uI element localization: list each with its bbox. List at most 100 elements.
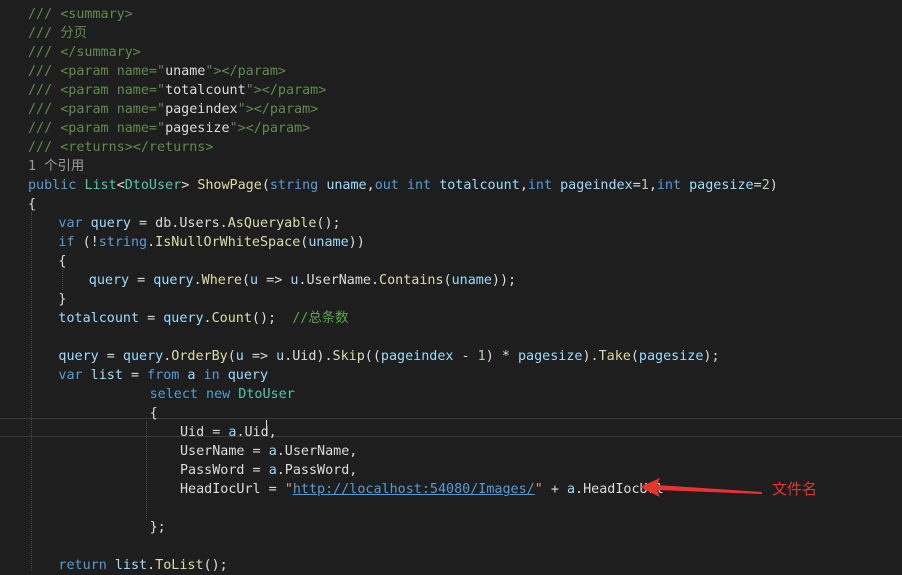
- code-token: OrderBy: [171, 349, 228, 364]
- doc-comment-line: /// <summary>: [28, 5, 133, 24]
- annotation-label: 文件名: [772, 480, 818, 498]
- text-caret: [266, 420, 267, 436]
- code-editor[interactable]: /// <summary> /// 分页 /// </summary> /// <pa…: [0, 0, 902, 573]
- code-token: uname: [451, 273, 492, 288]
- code-token: ,: [648, 178, 657, 193]
- code-token: List: [84, 178, 117, 193]
- code-token: (: [227, 349, 236, 364]
- current-line-highlight: [0, 418, 902, 437]
- code-token: ));: [491, 273, 517, 288]
- code-token: query: [153, 273, 194, 288]
- code-token: =: [122, 368, 148, 383]
- code-token: );: [703, 349, 720, 364]
- code-token: totalcount: [439, 178, 520, 193]
- code-token: -: [453, 349, 478, 364]
- code-token: .PassWord,: [276, 463, 358, 478]
- code-token: >: [181, 178, 198, 193]
- code-token: query: [88, 273, 130, 288]
- comment-tag: ></param>: [245, 102, 319, 117]
- comment-param-name: pagesize: [165, 121, 230, 136]
- code-token: ToList: [155, 558, 204, 573]
- code-token: .UserName,: [276, 444, 358, 459]
- indent-guide: [62, 269, 63, 290]
- code-token: Where: [201, 273, 242, 288]
- code-token: u: [276, 349, 285, 364]
- code-token: query: [58, 349, 99, 364]
- code-token: u: [250, 273, 259, 288]
- comment-param-name: totalcount: [165, 83, 246, 98]
- code-token: ,: [366, 178, 375, 193]
- comment-tag: ></param>: [253, 83, 327, 98]
- code-line: HeadIocUrl = "http://localhost:54080/Ima…: [180, 480, 664, 499]
- code-token: list: [90, 368, 123, 383]
- comment-tag: /// <param: [28, 83, 117, 98]
- code-line: if (!string.IsNullOrWhiteSpace(uname)): [58, 233, 364, 252]
- comment-quote: ": [245, 83, 254, 98]
- code-token: out: [374, 178, 407, 193]
- comment-attr: name=": [116, 83, 166, 98]
- code-token: 2: [761, 178, 770, 193]
- code-token: DtoUser: [124, 178, 182, 193]
- code-token: (: [241, 273, 251, 288]
- code-token: .: [147, 235, 156, 250]
- doc-comment-line: /// </summary>: [28, 43, 141, 62]
- code-token: ": [284, 482, 293, 497]
- code-token: (!: [82, 235, 99, 250]
- code-token: )): [348, 235, 365, 250]
- code-line: UserName = a.UserName,: [180, 442, 357, 461]
- comment-tag: /// <param: [28, 64, 117, 79]
- url-link: http://localhost:54080/Images/: [292, 482, 535, 497]
- comment-quote: ": [229, 121, 238, 136]
- code-token: =: [632, 178, 641, 193]
- comment-text: /// <summary>: [28, 7, 133, 22]
- code-token: pageindex: [380, 349, 454, 364]
- code-token: uname: [326, 178, 367, 193]
- code-line: select new DtoUser: [150, 385, 295, 404]
- code-token: int: [656, 178, 690, 193]
- comment-param-name: pageindex: [165, 102, 238, 117]
- reference-count: 1 个引用: [28, 157, 84, 176]
- code-token: .: [147, 558, 156, 573]
- code-token: .UserName.: [298, 273, 380, 288]
- code-token: +: [542, 482, 567, 497]
- doc-comment-line: /// <param name="pagesize"></param>: [28, 119, 310, 138]
- comment-attr: name=": [116, 102, 166, 117]
- code-token: Skip: [332, 349, 365, 364]
- code-line: {: [58, 252, 66, 271]
- code-token: =: [753, 178, 762, 193]
- code-token: query: [90, 216, 131, 231]
- code-token: pagesize: [517, 349, 583, 364]
- code-token: a: [566, 482, 576, 497]
- code-line: var list = from a in query: [58, 366, 268, 385]
- comment-tag: /// <param: [28, 121, 117, 136]
- code-token: pagesize: [689, 178, 754, 193]
- code-line: {: [150, 404, 158, 423]
- doc-comment-line: /// <param name="uname"></param>: [28, 62, 286, 81]
- code-token: =: [129, 273, 154, 288]
- code-token: ();: [251, 311, 293, 326]
- code-token: ) *: [485, 349, 518, 364]
- code-token: if: [58, 235, 83, 250]
- code-token: ": [534, 482, 543, 497]
- codelens-references[interactable]: 1 个引用: [28, 159, 84, 174]
- code-token: public: [28, 178, 85, 193]
- code-token: int: [406, 178, 440, 193]
- code-token: select new: [149, 387, 239, 402]
- code-token: Contains: [379, 273, 444, 288]
- code-token: in: [195, 368, 228, 383]
- indent-guide: [146, 421, 147, 518]
- comment-tag: /// <param: [28, 102, 117, 117]
- code-token: ).: [582, 349, 599, 364]
- comment-text: /// 分页: [28, 26, 88, 41]
- code-token: (: [261, 178, 270, 193]
- comment-text: /// </summary>: [28, 45, 141, 60]
- code-token: pagesize: [638, 349, 704, 364]
- doc-comment-line: /// 分页: [28, 24, 87, 43]
- comment-text: /// <returns></returns>: [28, 140, 214, 155]
- code-token: string: [269, 178, 327, 193]
- code-token: int: [527, 178, 561, 193]
- code-token: u: [235, 349, 244, 364]
- code-token: ShowPage: [197, 178, 262, 193]
- comment-attr: name=": [116, 121, 166, 136]
- code-line: PassWord = a.PassWord,: [180, 461, 357, 480]
